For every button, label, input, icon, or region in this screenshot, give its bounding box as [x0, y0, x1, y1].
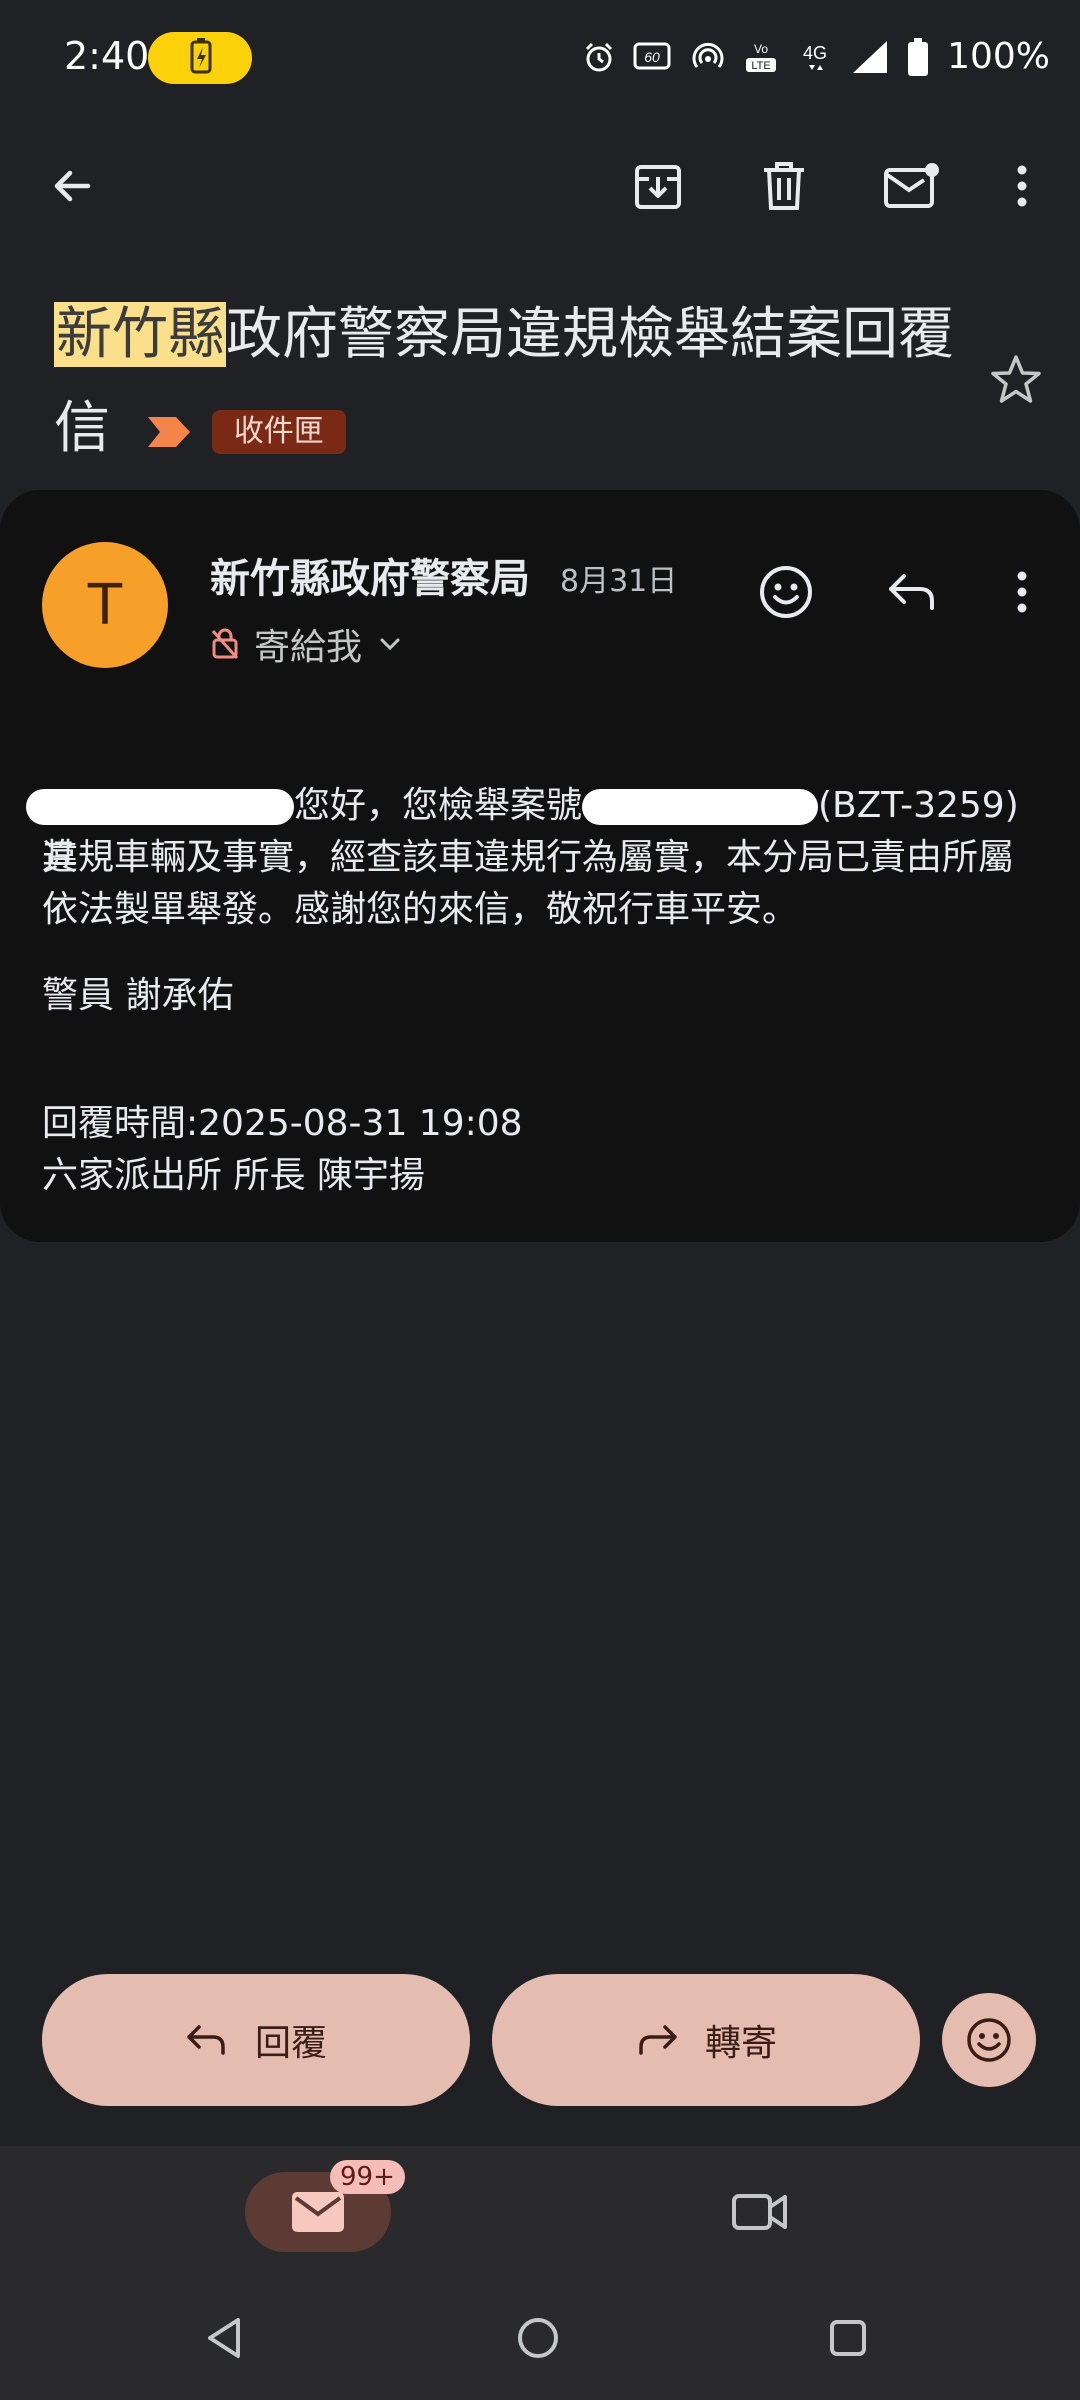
important-icon	[147, 416, 190, 447]
reply-icon	[187, 2025, 225, 2055]
redaction-mark	[582, 789, 819, 825]
emoji-icon	[760, 566, 812, 618]
svg-text:60: 60	[644, 49, 660, 65]
meet-tab[interactable]	[728, 2180, 792, 2244]
sender-avatar[interactable]: T	[42, 542, 168, 668]
square-recents-icon	[830, 2320, 866, 2356]
importance-marker[interactable]	[146, 413, 192, 451]
more-vert-icon	[1017, 571, 1027, 613]
inbox-label-chip[interactable]: 收件匣	[211, 409, 346, 454]
battery-charging-icon	[190, 38, 212, 74]
star-icon	[991, 355, 1041, 403]
reply-label: 回覆	[254, 2023, 327, 2064]
reply-button[interactable]: 回覆	[42, 1974, 470, 2106]
no-encryption-icon	[211, 628, 239, 659]
add-reaction-button[interactable]	[750, 556, 822, 628]
svg-text:LTE: LTE	[751, 60, 770, 72]
forward-label: 轉寄	[704, 2023, 777, 2064]
triangle-back-icon	[208, 2318, 240, 2358]
recipient-details-toggle[interactable]: 寄給我	[210, 618, 404, 670]
station-signature: 六家派出所 所長 陳宇揚	[42, 1155, 425, 1196]
star-button[interactable]	[988, 352, 1044, 408]
delete-button[interactable]	[748, 150, 820, 222]
reply-time: 回覆時間:2025-08-31 19:08	[42, 1103, 523, 1144]
unread-count-badge: 99+	[330, 2160, 405, 2194]
svg-text:Vo: Vo	[754, 42, 768, 56]
react-button[interactable]	[942, 1993, 1036, 2087]
archive-button[interactable]	[622, 150, 694, 222]
hotspot-icon	[692, 42, 724, 68]
mark-unread-icon	[884, 163, 939, 208]
reply-icon-button[interactable]	[876, 556, 948, 628]
recipient-label: 寄給我	[254, 627, 363, 668]
reply-icon	[889, 574, 934, 610]
emoji-icon	[967, 2018, 1011, 2062]
signal-icon	[853, 40, 888, 73]
redaction-mark	[26, 789, 294, 825]
back-arrow-icon	[54, 170, 91, 202]
officer-signature: 警員 謝承佑	[42, 975, 234, 1016]
email-subject: 新竹縣政府警察局違規檢舉結案回覆信 收件匣	[54, 288, 954, 476]
refresh-rate-icon: 60	[633, 42, 671, 69]
more-options-button[interactable]	[986, 150, 1058, 222]
delete-icon	[764, 162, 804, 210]
subject-search-highlight: 新竹縣	[54, 302, 226, 367]
system-home-button[interactable]	[506, 2306, 570, 2370]
message-body-line-3: 依法製單舉發。感謝您的來信，敬祝行車平安。	[42, 889, 799, 930]
volte-icon: Vo LTE	[746, 42, 777, 72]
alarm-icon	[586, 42, 613, 71]
chevron-down-icon	[380, 638, 400, 651]
battery-saver-indicator	[148, 32, 252, 84]
back-button[interactable]	[36, 150, 108, 222]
system-recents-button[interactable]	[816, 2306, 880, 2370]
battery-icon	[908, 37, 929, 76]
message-date: 8月31日	[560, 564, 678, 599]
archive-icon	[635, 165, 681, 209]
svg-text:4G: 4G	[803, 43, 827, 63]
mark-unread-button[interactable]	[876, 150, 948, 222]
forward-icon	[639, 2025, 677, 2055]
system-back-button[interactable]	[192, 2306, 256, 2370]
network-type-icon: 4G	[803, 43, 827, 70]
message-more-button[interactable]	[986, 556, 1058, 628]
message-body-line-2: 違規車輛及事實，經查該車違規行為屬實，本分局已責由所屬	[42, 837, 1015, 878]
video-camera-icon	[732, 2194, 787, 2230]
status-icons: 60 Vo LTE 4G 100%	[583, 36, 1050, 77]
circle-home-icon	[518, 2318, 558, 2358]
status-time: 2:40	[64, 34, 150, 78]
sender-name[interactable]: 新竹縣政府警察局	[210, 546, 530, 604]
more-vert-icon	[1017, 165, 1027, 207]
battery-percent: 100%	[947, 36, 1050, 77]
mail-icon	[292, 2192, 344, 2232]
forward-button[interactable]: 轉寄	[492, 1974, 920, 2106]
